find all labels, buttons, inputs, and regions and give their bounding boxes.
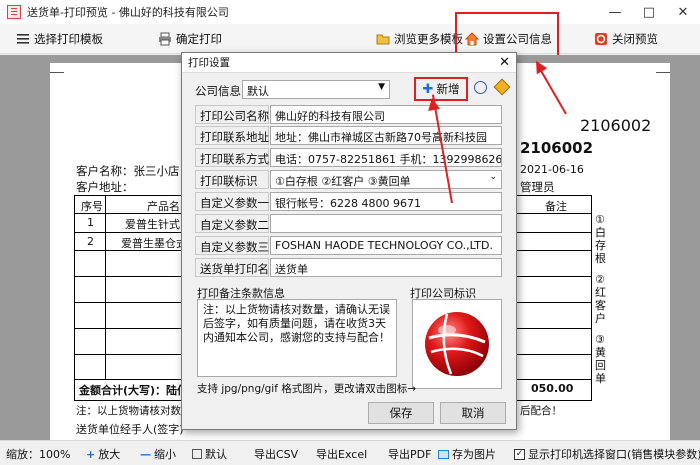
field-label: 自定义参数三	[195, 236, 269, 255]
show-printer-checkbox[interactable]: ✓ 显示打印机选择窗口(销售模块参数)	[514, 446, 700, 462]
close-preview-button[interactable]: 关闭预览	[594, 31, 658, 47]
list-icon	[16, 32, 30, 46]
minus-icon: —	[140, 447, 151, 461]
minimize-button[interactable]: —	[598, 0, 632, 24]
customer-name: 客户名称：张三小店	[76, 164, 180, 178]
chevron-down-icon: ⌄	[489, 172, 497, 182]
exit-icon	[594, 32, 608, 46]
custom-param-2-input[interactable]	[270, 214, 502, 233]
print-settings-dialog: 打印设置 ✕ 公司信息 默认 ▼ ✚ 新增 打印公司名称 佛山好的科技有限公司 …	[181, 52, 517, 430]
custom-param-3-input[interactable]: FOSHAN HAODE TECHNOLOGY CO.,LTD.	[270, 236, 502, 255]
toolbar: 选择打印模板 确定打印 浏览更多模板 设置公司信息 关闭预览	[0, 24, 700, 54]
footnote-tail: 后配合！	[520, 405, 562, 417]
company-info-label: 公司信息	[195, 84, 241, 98]
logo-globe-icon	[425, 312, 489, 376]
export-csv-button[interactable]: 导出CSV	[254, 446, 298, 462]
field-label: 打印公司名称	[195, 105, 269, 124]
export-excel-button[interactable]: 导出Excel	[316, 446, 367, 462]
dialog-title: 打印设置	[182, 53, 516, 73]
zoom-out-button[interactable]: — 缩小	[140, 446, 176, 462]
delivery-print-name-input[interactable]: 送货单	[270, 258, 502, 277]
export-pdf-button[interactable]: 导出PDF	[388, 446, 431, 462]
zoom-in-button[interactable]: + 放大	[86, 446, 120, 462]
title-bar: 送货单-打印预览 - 佛山好的科技有限公司 — □ ✕	[0, 0, 700, 24]
confirm-print-button[interactable]: 确定打印	[158, 31, 222, 47]
printer-icon	[158, 32, 172, 46]
crop-mark	[50, 63, 64, 73]
annotation-arrow-head	[426, 97, 440, 111]
contact-input[interactable]: 电话：0757-82251861 手机：13929986267	[270, 148, 502, 167]
field-label: 打印联系方式	[195, 148, 269, 167]
window-title: 送货单-打印预览 - 佛山好的科技有限公司	[27, 6, 229, 19]
status-bar: 缩放：100% + 放大 — 缩小 默认 导出CSV 导出Excel 导出PDF…	[0, 440, 700, 465]
field-label: 打印联系地址	[195, 126, 269, 145]
chevron-down-icon: ▼	[378, 82, 385, 92]
signer-label: 送货单位经手人(签字)	[76, 423, 184, 436]
browse-templates-button[interactable]: 浏览更多模板	[376, 31, 463, 47]
zoom-level: 缩放：100%	[6, 448, 71, 461]
order-number: 2106002	[520, 139, 594, 157]
window-controls: — □ ✕	[598, 0, 700, 24]
dialog-close-button[interactable]: ✕	[499, 55, 510, 70]
maximize-button[interactable]: □	[632, 0, 666, 24]
checkbox-icon: ✓	[514, 448, 525, 460]
settings-gem-icon[interactable]	[493, 78, 511, 96]
add-company-button[interactable]: ✚ 新增	[414, 77, 468, 101]
address-input[interactable]: 地址：佛山市禅城区古新路70号高新科技园	[270, 126, 502, 145]
field-label: 打印联标识	[195, 170, 269, 189]
remark-textarea[interactable]: 注：以上货物请核对数量，请确认无误后签字，如有质量问题，请在收货3天内通知本公司…	[197, 299, 397, 377]
field-label: 送货单打印名	[195, 258, 269, 277]
custom-param-1-input[interactable]: 银行帐号：6228 4800 9671	[270, 192, 502, 211]
app-icon	[7, 5, 21, 19]
folder-icon	[376, 32, 390, 46]
customer-address: 客户地址：	[76, 180, 134, 194]
default-zoom-button[interactable]: 默认	[192, 446, 227, 462]
crop-mark	[656, 63, 670, 73]
side-notes: ①白存根 ②红客户 ③黄回单	[595, 213, 606, 385]
company-select[interactable]: 默认 ▼	[242, 80, 390, 99]
company-name-input[interactable]: 佛山好的科技有限公司	[270, 105, 502, 124]
save-image-button[interactable]: 存为图片	[438, 446, 496, 462]
select-template-button[interactable]: 选择打印模板	[16, 31, 103, 47]
manager-label: 管理员	[520, 180, 555, 194]
logo-hint: 支持 jpg/png/gif 格式图片，更改请双击图标→	[197, 383, 417, 395]
company-logo[interactable]	[412, 299, 502, 389]
plus-icon: +	[86, 447, 96, 461]
field-label: 自定义参数二	[195, 214, 269, 233]
save-button[interactable]: 保存	[368, 402, 434, 424]
order-date: 2021-06-16	[520, 163, 584, 176]
annotation-number: 2106002	[578, 116, 654, 135]
history-icon[interactable]	[474, 81, 487, 94]
close-button[interactable]: ✕	[666, 0, 700, 24]
footnote: 注：以上货物请核对数量	[76, 405, 192, 417]
cancel-button[interactable]: 取消	[440, 402, 506, 424]
field-label: 自定义参数一	[195, 192, 269, 211]
copy-mark-select[interactable]: ①白存根 ②红客户 ③黄回单 ⌄	[270, 170, 502, 189]
image-icon	[438, 449, 449, 459]
grid-icon	[192, 449, 202, 459]
